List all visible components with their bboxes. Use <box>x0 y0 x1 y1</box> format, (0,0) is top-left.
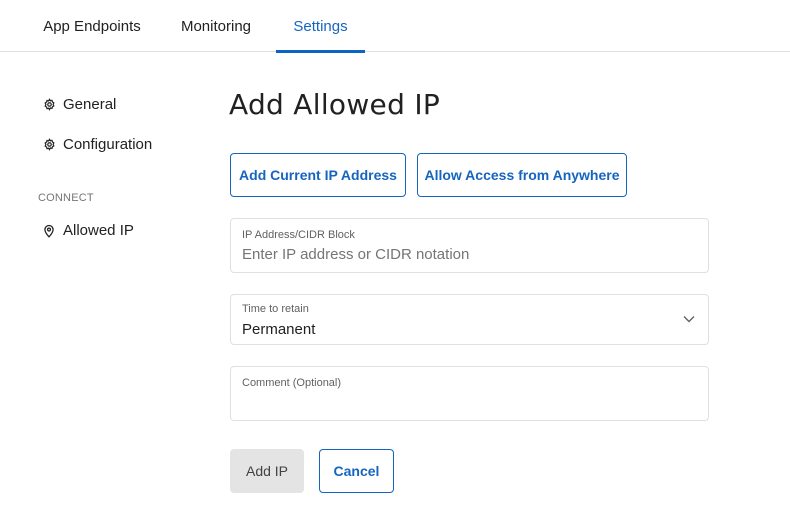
location-pin-icon <box>42 224 56 238</box>
sidebar-item-label: Configuration <box>63 136 153 153</box>
time-to-retain-value: Permanent <box>242 321 316 338</box>
gear-icon <box>42 98 56 112</box>
add-current-ip-button[interactable]: Add Current IP Address <box>230 153 406 197</box>
gear-icon <box>42 138 56 152</box>
sidebar-item-label: Allowed IP <box>63 222 134 239</box>
page-title: Add Allowed IP <box>229 88 441 121</box>
add-ip-button[interactable]: Add IP <box>230 449 304 493</box>
sidebar-item-general[interactable]: General <box>42 96 116 113</box>
tab-monitoring[interactable]: Monitoring <box>168 0 264 52</box>
sidebar-item-allowed-ip[interactable]: Allowed IP <box>42 222 134 239</box>
cancel-button[interactable]: Cancel <box>319 449 394 493</box>
comment-label: Comment (Optional) <box>242 377 342 389</box>
tab-app-endpoints[interactable]: App Endpoints <box>30 0 154 52</box>
comment-field[interactable]: Comment (Optional) <box>230 366 709 421</box>
ip-address-label: IP Address/CIDR Block <box>242 229 355 241</box>
time-to-retain-select[interactable]: Time to retain Permanent <box>230 294 709 345</box>
sidebar-item-label: General <box>63 96 117 113</box>
tab-settings[interactable]: Settings <box>276 0 365 53</box>
ip-address-placeholder[interactable]: Enter IP address or CIDR notation <box>242 246 469 263</box>
ip-address-field[interactable]: IP Address/CIDR Block Enter IP address o… <box>230 218 709 273</box>
sidebar-item-configuration[interactable]: Configuration <box>42 136 152 153</box>
sidebar-section-connect: CONNECT <box>38 192 94 204</box>
top-navigation: App Endpoints Monitoring Settings <box>0 0 790 53</box>
chevron-down-icon[interactable] <box>682 312 696 326</box>
time-to-retain-label: Time to retain <box>242 303 309 315</box>
allow-access-anywhere-button[interactable]: Allow Access from Anywhere <box>417 153 627 197</box>
